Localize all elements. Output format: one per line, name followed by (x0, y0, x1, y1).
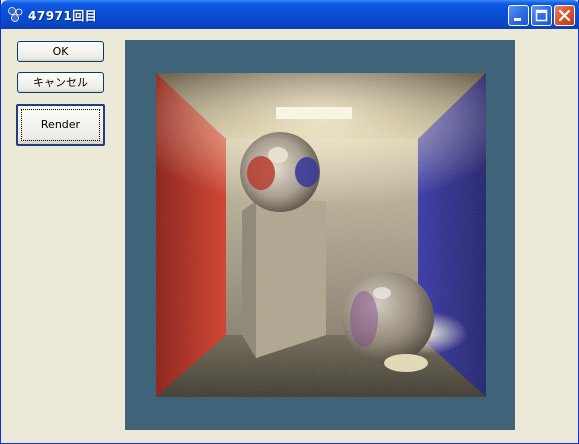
minimize-icon (514, 18, 521, 21)
window-title: 47971回目 (28, 9, 98, 23)
minimize-button[interactable] (508, 5, 529, 26)
title-bar[interactable]: 47971回目 (1, 0, 579, 29)
cancel-button[interactable]: キャンセル (17, 72, 104, 93)
ok-button[interactable]: OK (17, 41, 104, 62)
maximize-button[interactable] (531, 5, 552, 26)
render-button-label: Render (40, 118, 81, 131)
close-button[interactable] (554, 5, 575, 26)
close-icon (558, 9, 571, 22)
app-icon (8, 7, 23, 22)
cornell-box-render (156, 73, 486, 397)
render-button[interactable]: Render (16, 104, 105, 146)
maximize-icon (535, 9, 548, 22)
dialog-window: 47971回目 OK キャンセル Render (0, 0, 579, 444)
